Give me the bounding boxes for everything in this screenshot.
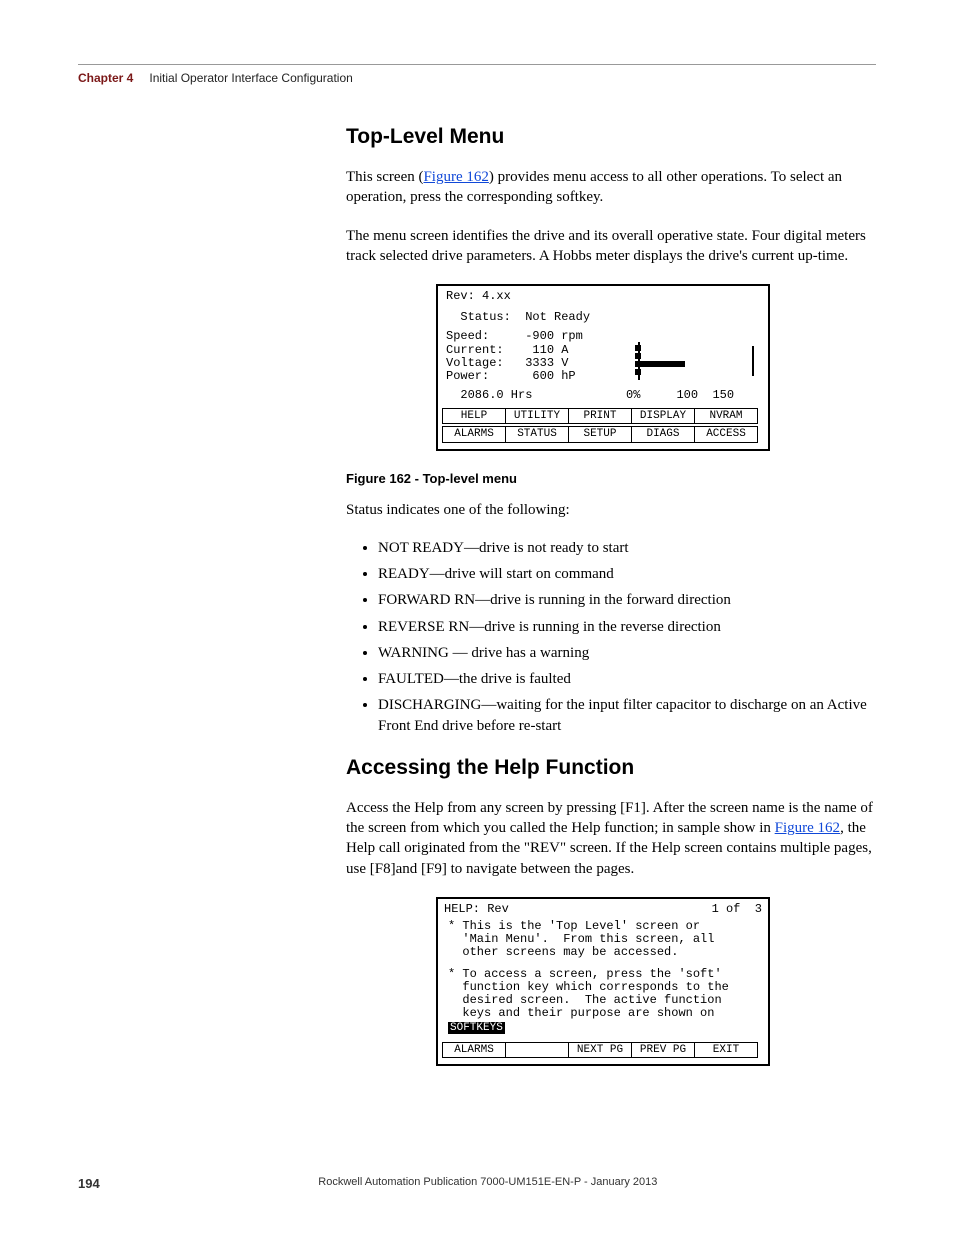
publication-line: Rockwell Automation Publication 7000-UM1… (78, 1176, 876, 1188)
section-heading-top-level-menu: Top-Level Menu (346, 125, 876, 149)
rev-line: Rev: 4.xx (438, 290, 768, 303)
softkey-print[interactable]: PRINT (569, 409, 632, 424)
figure-162-caption: Figure 162 - Top-level menu (78, 471, 876, 486)
softkey-alarms[interactable]: ALARMS (443, 1043, 506, 1058)
figure-162-link-2[interactable]: Figure 162 (775, 820, 840, 836)
softkey-row-2: ALARMS STATUS SETUP DIAGS ACCESS (442, 426, 758, 442)
softkey-next-pg[interactable]: NEXT PG (569, 1043, 632, 1058)
help-softkey-row: ALARMS NEXT PG PREV PG EXIT (442, 1042, 758, 1058)
softkey-utility[interactable]: UTILITY (506, 409, 569, 424)
screenshot-help: HELP: Rev1 of 3 * This is the 'Top Level… (436, 897, 770, 1067)
softkey-status[interactable]: STATUS (506, 427, 569, 442)
status-line: Status: Not Ready (438, 311, 768, 324)
section2-para: Access the Help from any screen by press… (346, 798, 876, 879)
section-heading-help: Accessing the Help Function (346, 756, 876, 780)
para1-pre: This screen ( (346, 169, 423, 185)
help-body-1: * This is the 'Top Level' screen or 'Mai… (448, 920, 758, 960)
softkey-exit[interactable]: EXIT (695, 1043, 758, 1058)
softkey-help[interactable]: HELP (443, 409, 506, 424)
softkey-blank (506, 1043, 569, 1058)
section1-para2: The menu screen identifies the drive and… (346, 226, 876, 267)
help-body-2: * To access a screen, press the 'soft' f… (448, 968, 758, 1021)
list-item: NOT READY—drive is not ready to start (378, 538, 876, 558)
softkey-setup[interactable]: SETUP (569, 427, 632, 442)
status-list: NOT READY—drive is not ready to start RE… (346, 538, 876, 736)
screenshot-top-level-menu: Rev: 4.xx Status: Not Ready Speed: -900 … (436, 284, 770, 451)
softkey-alarms[interactable]: ALARMS (443, 427, 506, 442)
list-item: FORWARD RN—drive is running in the forwa… (378, 590, 876, 610)
softkey-diags[interactable]: DIAGS (632, 427, 695, 442)
status-intro: Status indicates one of the following: (346, 500, 876, 520)
list-item: READY—drive will start on command (378, 564, 876, 584)
figure-162-link[interactable]: Figure 162 (423, 169, 488, 185)
list-item: FAULTED—the drive is faulted (378, 669, 876, 689)
softkey-access[interactable]: ACCESS (695, 427, 758, 442)
page-number: 194 (78, 1176, 100, 1191)
page-footer: 194 Rockwell Automation Publication 7000… (78, 1176, 876, 1191)
chapter-title: Initial Operator Interface Configuration (149, 71, 352, 85)
hobbs-line: 2086.0 Hrs 0% 100 150 (438, 389, 768, 402)
softkey-nvram[interactable]: NVRAM (695, 409, 758, 424)
help-title: HELP: Rev1 of 3 (438, 903, 768, 916)
softkey-display[interactable]: DISPLAY (632, 409, 695, 424)
help-highlight-softkeys: SOFTKEYS (448, 1022, 505, 1034)
chapter-label: Chapter 4 (78, 71, 133, 85)
list-item: REVERSE RN—drive is running in the rever… (378, 617, 876, 637)
page-header: Chapter 4 Initial Operator Interface Con… (78, 64, 876, 85)
softkey-row-1: HELP UTILITY PRINT DISPLAY NVRAM (442, 408, 758, 424)
bar-meter-icon (630, 340, 760, 390)
list-item: WARNING — drive has a warning (378, 643, 876, 663)
list-item: DISCHARGING—waiting for the input filter… (378, 695, 876, 736)
section1-para1: This screen (Figure 162) provides menu a… (346, 167, 876, 208)
softkey-prev-pg[interactable]: PREV PG (632, 1043, 695, 1058)
